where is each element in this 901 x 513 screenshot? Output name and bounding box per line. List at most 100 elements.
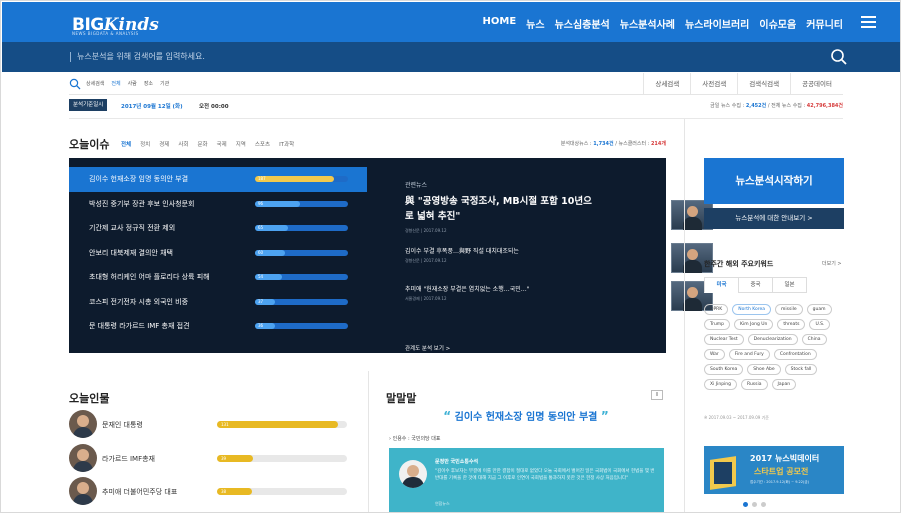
nav-deep-analysis[interactable]: 뉴스심층분석 xyxy=(555,16,610,31)
keyword-chip[interactable]: War xyxy=(704,349,725,360)
banner-dot[interactable] xyxy=(752,502,757,507)
nav-news-library[interactable]: 뉴스라이브러리 xyxy=(685,16,749,31)
issue-rank-label: 초대형 허리케인 어마 플로리다 상륙 피해 xyxy=(89,273,210,281)
keyword-chip[interactable]: Denuclearization xyxy=(747,334,798,345)
keyword-date-range: ※ 2017.09.03 ~ 2017.09.09 기준 xyxy=(704,415,769,420)
nav-news[interactable]: 뉴스 xyxy=(526,16,544,31)
filter-detail[interactable]: 상세검색 xyxy=(86,80,104,87)
issue-rank-item[interactable]: 기간제 교사 정규직 전환 제외 65 xyxy=(69,216,367,241)
bigkinds-logo[interactable]: BIG Kinds NEWS BIGDATA & ANALYSIS xyxy=(72,12,159,37)
related-news-label: 관련뉴스 xyxy=(405,182,428,189)
keyword-chip[interactable]: Fire and Fury xyxy=(728,349,770,360)
related-item[interactable]: 김이수 부결 후폭풍…與野 직설 대치대조되는 경향신문 | 2017.09.1… xyxy=(405,248,595,265)
total-count-label: / 전체 뉴스 수집 : xyxy=(766,103,807,109)
filter-place[interactable]: 장소 xyxy=(144,80,153,87)
keyword-chip[interactable]: DPRK xyxy=(704,304,729,315)
issue-rank-fill: 36 xyxy=(255,323,275,329)
search-type-tabs: 상세검색 사전검색 검색식검색 공공데이터 xyxy=(643,73,843,95)
issue-rank-item[interactable]: 박성진 중기부 장관 후보 인사청문회 96 xyxy=(69,192,367,217)
tab-usa[interactable]: 미국 xyxy=(704,277,739,293)
banner-dot[interactable] xyxy=(761,502,766,507)
search-input[interactable]: 뉴스분석을 위해 검색어를 입력하세요. xyxy=(70,52,205,62)
issue-rank-fill: 96 xyxy=(255,200,300,207)
banner-illustration-inner xyxy=(714,462,732,484)
person-item[interactable]: 라가르드 IMF총재 39 xyxy=(69,444,359,474)
filter-org[interactable]: 기관 xyxy=(160,80,169,87)
issue-rank-value: 65 xyxy=(258,225,264,230)
main-menu: HOME 뉴스 뉴스심층분석 뉴스분석사례 뉴스라이브러리 이슈모음 커뮤니티 xyxy=(483,16,844,31)
filter-all[interactable]: 전체 xyxy=(111,80,120,87)
keyword-chip[interactable]: Russia xyxy=(741,379,768,390)
person-item[interactable]: 문재인 대통령 131 xyxy=(69,410,359,440)
tab-japan[interactable]: 일본 xyxy=(772,277,807,293)
issue-cat-all[interactable]: 전체 xyxy=(121,140,131,148)
contest-banner[interactable]: 2017 뉴스빅데이터 스타트업 공모전 접수기간 : 2017.9.12(화)… xyxy=(704,446,844,494)
tab-formula-search[interactable]: 검색식검색 xyxy=(737,73,790,95)
issue-rank-item[interactable]: 초대형 허리케인 어마 플로리다 상륙 피해 54 xyxy=(69,265,367,290)
issue-cat-politics[interactable]: 정치 xyxy=(140,140,150,148)
quote-headline: “ 김이수 헌재소장 임명 동의안 부결 ” xyxy=(386,408,666,423)
tab-china[interactable]: 중국 xyxy=(738,277,773,293)
more-link[interactable]: 더보기 > xyxy=(822,260,842,267)
issue-cat-international[interactable]: 국제 xyxy=(217,140,227,148)
issue-cat-region[interactable]: 지역 xyxy=(236,140,246,148)
keyword-chip[interactable]: South Korea xyxy=(704,364,744,375)
nav-issue-collection[interactable]: 이슈모음 xyxy=(759,16,796,31)
keyword-chip[interactable]: Japan xyxy=(771,379,797,390)
keyword-chip[interactable]: Shoe Abe xyxy=(747,364,781,375)
start-analysis-button[interactable]: 뉴스분석시작하기 xyxy=(704,158,844,204)
nav-home[interactable]: HOME xyxy=(483,16,517,31)
analysis-date-row: 분석기준일시 2017년 09월 12일 (화) 오전 00:00 금일 뉴스 … xyxy=(69,99,843,112)
issue-rank-bar: 60 xyxy=(255,249,348,256)
keyword-chip[interactable]: North Korea xyxy=(732,304,772,315)
keyword-country-tabs: 미국 중국 일본 xyxy=(704,277,807,293)
issue-cat-it-science[interactable]: IT과학 xyxy=(279,140,294,148)
issue-cat-society[interactable]: 사회 xyxy=(178,140,188,148)
divider xyxy=(684,119,685,512)
keyword-chip[interactable]: Xi Jinping xyxy=(704,379,738,390)
issue-rank-item[interactable]: 안보리 대북제재 결의안 채택 60 xyxy=(69,241,367,266)
keyword-chip[interactable]: Nuclear Test xyxy=(704,334,744,345)
issue-rank-item[interactable]: 코스피 전기전자 시총 외국인 비중 37 xyxy=(69,290,367,315)
nav-analysis-cases[interactable]: 뉴스분석사례 xyxy=(620,16,675,31)
collection-counts: 금일 뉴스 수집 : 2,452건 / 전체 뉴스 수집 : 42,796,38… xyxy=(710,102,843,109)
issue-cat-economy[interactable]: 경제 xyxy=(159,140,169,148)
tab-dictionary-search[interactable]: 사전검색 xyxy=(690,73,737,95)
pause-icon[interactable]: II xyxy=(651,390,663,400)
related-item[interactable]: 추미애 "헌재소장 부결은 염치없는 소행…국민…" 서울경제 | 2017.0… xyxy=(405,286,595,303)
keyword-chip[interactable]: Trump xyxy=(704,319,731,330)
issue-cat-sports[interactable]: 스포츠 xyxy=(255,140,270,148)
quote-card[interactable]: 문정만 국민소통수석 "김이수 후보자는 부결에 이를 만한 결함이 절대로 없… xyxy=(389,448,664,512)
keyword-chip[interactable]: China xyxy=(801,334,827,345)
related-main-headline[interactable]: 與 "공영방송 국정조사, MB시절 포함 10년으로 넓혀 추진" xyxy=(405,194,595,224)
issue-rank-fill: 54 xyxy=(255,274,282,280)
today-issue-panel: 김이수 헌재소장 임명 동의안 부결 187 박성진 중기부 장관 후보 인사청문회… xyxy=(69,158,713,353)
keyword-chip[interactable]: guam xyxy=(806,304,832,315)
person-bar: 131 xyxy=(217,421,347,428)
tab-detail-search[interactable]: 상세검색 xyxy=(643,73,690,95)
banner-dot[interactable] xyxy=(743,502,748,507)
keyword-chip[interactable]: Confrontation xyxy=(773,349,817,360)
keyword-chip[interactable]: missile xyxy=(775,304,803,315)
tab-public-data[interactable]: 공공데이터 xyxy=(790,73,843,95)
keyword-chip[interactable]: U.S. xyxy=(809,319,831,330)
filter-person[interactable]: 사람 xyxy=(128,80,137,87)
nav-community[interactable]: 커뮤니티 xyxy=(806,16,843,31)
issue-rank-item[interactable]: 김이수 헌재소장 임명 동의안 부결 187 xyxy=(69,167,367,192)
issue-rank-label: 코스피 전기전자 시총 외국인 비중 xyxy=(89,297,189,306)
search-icon[interactable] xyxy=(830,48,848,66)
today-count: 2,452건 xyxy=(745,103,767,109)
keyword-chip[interactable]: Stock fall xyxy=(784,364,818,375)
search-icon[interactable] xyxy=(69,78,81,90)
issue-cat-culture[interactable]: 문화 xyxy=(198,140,208,148)
person-value: 39 xyxy=(221,456,227,461)
analysis-guide-button[interactable]: 뉴스분석에 대한 안내보기 > xyxy=(704,208,844,229)
relation-analysis-link[interactable]: 관계도 분석 보기 > xyxy=(405,344,450,352)
person-item[interactable]: 추미애 더불어민주당 대표 38 xyxy=(69,477,359,507)
hamburger-menu-icon[interactable] xyxy=(861,16,876,28)
keyword-chip[interactable]: threats xyxy=(777,319,806,330)
keyword-chip[interactable]: Kim Jong Un xyxy=(734,319,774,330)
person-bar: 38 xyxy=(217,488,347,495)
issue-rank-item[interactable]: 문 대통령 라가르드 IMF 총재 접견 36 xyxy=(69,314,367,339)
search-filter-row: 상세검색 전체 사람 장소 기관 상세검색 사전검색 검색식검색 공공데이터 xyxy=(69,73,843,95)
